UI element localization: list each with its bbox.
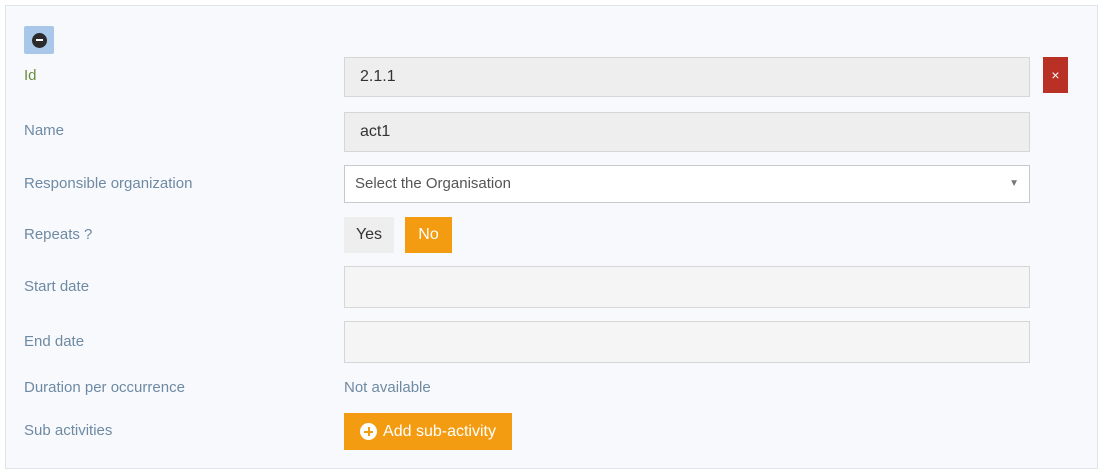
org-label: Responsible organization [24, 175, 193, 192]
end-date-label: End date [24, 333, 85, 350]
repeats-label: Repeats ? [24, 226, 93, 243]
start-date-field[interactable] [344, 266, 1030, 308]
duration-value: Not available [344, 379, 431, 396]
chevron-down-icon: ▼ [1009, 178, 1019, 189]
id-field[interactable]: 2.1.1 [344, 57, 1030, 97]
collapse-button[interactable] [24, 26, 54, 54]
organization-select-value: Select the Organisation [355, 175, 511, 192]
name-field[interactable]: act1 [344, 112, 1030, 152]
plus-circle-icon [360, 423, 378, 440]
repeats-yes-button[interactable]: Yes [344, 217, 394, 253]
name-label: Name [24, 122, 65, 139]
end-date-field[interactable] [344, 321, 1030, 363]
duration-label: Duration per occurrence [24, 379, 185, 396]
repeats-no-button[interactable]: No [405, 217, 452, 253]
id-label: Id [24, 67, 37, 84]
organization-select[interactable]: Select the Organisation ▼ [344, 165, 1030, 203]
add-sub-activity-button[interactable]: Add sub-activity [344, 413, 512, 450]
remove-activity-button[interactable]: × [1043, 57, 1068, 93]
close-icon: × [1051, 67, 1060, 83]
minus-circle-icon [31, 32, 47, 48]
start-date-label: Start date [24, 278, 90, 295]
add-sub-activity-label: Add sub-activity [383, 422, 496, 440]
sub-activities-label: Sub activities [24, 422, 113, 439]
